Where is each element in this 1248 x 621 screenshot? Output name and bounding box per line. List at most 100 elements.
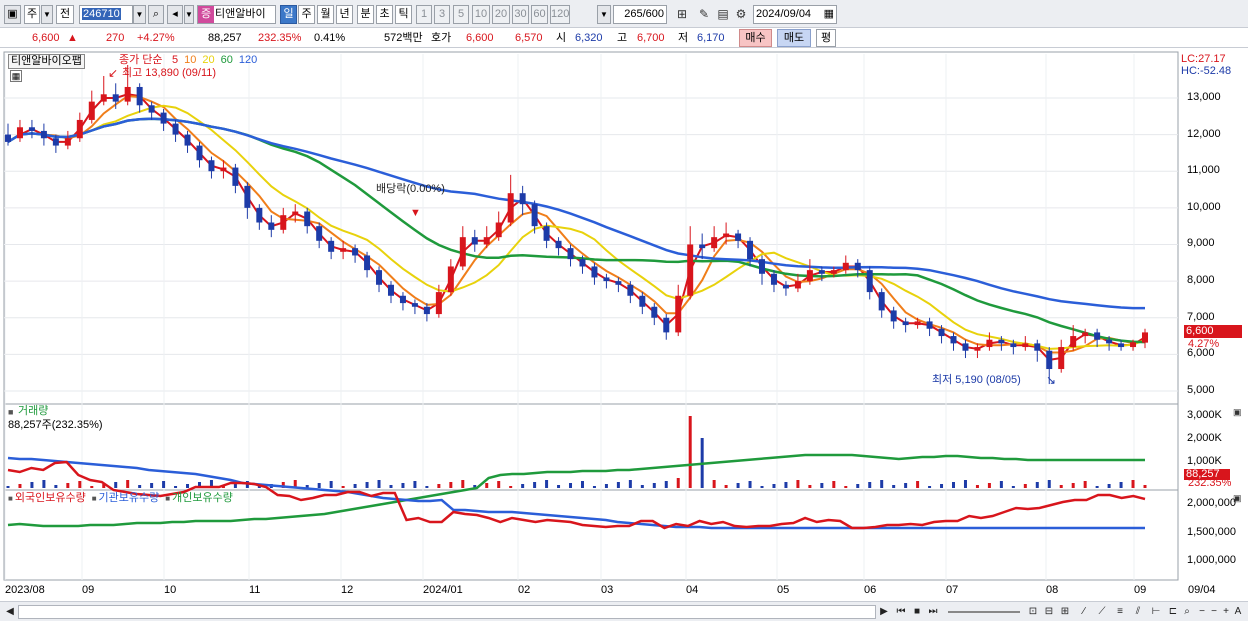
- volume-bar: [329, 481, 333, 488]
- tab-period-4[interactable]: 분: [357, 5, 374, 24]
- window-icon[interactable]: ⊟: [1042, 605, 1056, 619]
- interval-button-60[interactable]: 60: [531, 5, 548, 24]
- zoom-slider[interactable]: [948, 611, 1020, 613]
- candle-body: [830, 270, 837, 274]
- select-tool-icon[interactable]: ⊏: [1166, 605, 1180, 619]
- interval-dropdown-icon[interactable]: ▼: [597, 5, 611, 24]
- candle-body: [782, 284, 789, 289]
- candle-body: [5, 134, 11, 142]
- interval-button-5[interactable]: 5: [453, 5, 469, 24]
- layout-icon[interactable]: ⊡: [1026, 605, 1040, 619]
- tab-period-0[interactable]: 일: [280, 5, 297, 24]
- candle-body: [268, 222, 275, 230]
- tab-period-1[interactable]: 주: [298, 5, 315, 24]
- price-y-tick-1: 12,000: [1187, 127, 1221, 140]
- price-y-tick-4: 9,000: [1187, 237, 1215, 250]
- chart-area[interactable]: ↙ ↘ ▼ 티앤알바이오팹 종가 단순 5 10 20 60 120 ▦ 최고 13,8…: [0, 50, 1248, 601]
- zoom-in-icon[interactable]: +: [1220, 605, 1232, 619]
- code-dropdown-icon[interactable]: ▼: [133, 5, 146, 24]
- first-page-icon[interactable]: ⏮: [894, 605, 908, 619]
- prev-button[interactable]: 전: [56, 5, 74, 24]
- channel-tool-icon[interactable]: ⫽: [1130, 605, 1146, 619]
- volume-bar: [18, 484, 22, 488]
- candle-body: [495, 222, 502, 238]
- stock-name-field[interactable]: 증 티앤알바이: [197, 5, 276, 24]
- tab-period-5[interactable]: 초: [376, 5, 393, 24]
- data-count[interactable]: 265/600: [613, 5, 667, 24]
- speaker-dropdown-icon[interactable]: ▼: [184, 5, 194, 24]
- interval-button-20[interactable]: 20: [492, 5, 510, 24]
- interval-button-3[interactable]: 3: [434, 5, 450, 24]
- low-label: 저: [678, 32, 689, 44]
- search-icon[interactable]: ⌕: [148, 5, 164, 24]
- stock-panel-name[interactable]: 티앤알바이오팹: [8, 54, 85, 69]
- interval-button-1[interactable]: 1: [416, 5, 432, 24]
- average-button[interactable]: 평: [816, 29, 836, 47]
- volume-bar: [1011, 486, 1015, 488]
- panel-close-icon[interactable]: ▣: [1233, 406, 1242, 419]
- buy-button[interactable]: 매수: [739, 29, 772, 47]
- interval-button-30[interactable]: 30: [512, 5, 529, 24]
- draw-tool-icon[interactable]: ✎: [696, 6, 712, 22]
- tab-period-2[interactable]: 월: [317, 5, 334, 24]
- last-page-icon[interactable]: ⏭: [926, 605, 940, 619]
- tab-period-3[interactable]: 년: [336, 5, 353, 24]
- ruler-tool-icon[interactable]: ⊢: [1148, 605, 1164, 619]
- price-y-tick-2: 11,000: [1187, 164, 1220, 177]
- zoom-reset-icon[interactable]: −: [1208, 605, 1220, 619]
- window-menu-icon[interactable]: ▣: [4, 5, 21, 24]
- chevron-down-icon[interactable]: ▼: [41, 5, 53, 24]
- stop-icon[interactable]: ■: [910, 605, 924, 619]
- sell-button[interactable]: 매도: [777, 29, 811, 47]
- grid-toggle-icon[interactable]: ▦: [10, 70, 22, 82]
- x-axis-label-3: 11: [249, 584, 261, 596]
- chart-canvas[interactable]: ↙ ↘ ▼: [0, 50, 1248, 601]
- volume-bar: [461, 480, 465, 488]
- gear-icon[interactable]: ⚙: [733, 6, 749, 22]
- scroll-track[interactable]: [18, 605, 876, 619]
- volume-title: 거래량: [18, 405, 49, 417]
- tab-period-6[interactable]: 틱: [395, 5, 412, 24]
- candle-body: [579, 259, 586, 267]
- candle-body: [1142, 332, 1148, 343]
- tile-icon[interactable]: ⊞: [1058, 605, 1072, 619]
- stock-code-input[interactable]: 246710: [79, 5, 133, 24]
- trend-tool-icon[interactable]: ⟋: [1094, 605, 1110, 619]
- auto-scale-icon[interactable]: A: [1232, 605, 1244, 619]
- calendar-icon[interactable]: ▦: [824, 6, 834, 23]
- period-select[interactable]: 주: [24, 5, 40, 24]
- candle-body: [340, 248, 347, 252]
- candle-body: [483, 237, 490, 245]
- scroll-left-icon[interactable]: ◀: [4, 605, 16, 619]
- candle-body: [1046, 350, 1053, 370]
- line-tool-icon[interactable]: ∕: [1076, 605, 1092, 619]
- crosshair-icon[interactable]: ⊞: [674, 6, 690, 22]
- interval-button-120[interactable]: 120: [550, 5, 570, 24]
- current-price: 6,600: [32, 32, 60, 44]
- candle-body: [1106, 339, 1113, 344]
- volume-bar: [401, 483, 405, 488]
- volume-bar: [365, 482, 369, 488]
- volume-bar: [1131, 480, 1135, 488]
- candle-body: [52, 138, 59, 146]
- holdings-legend-0: 외국인보유수량: [14, 492, 86, 504]
- volume-bar: [832, 481, 836, 488]
- volume-bar: [604, 484, 608, 488]
- candle-body: [663, 317, 670, 333]
- fib-tool-icon[interactable]: ≡: [1112, 605, 1128, 619]
- scroll-right-icon[interactable]: ▶: [878, 605, 890, 619]
- zoom-search-icon[interactable]: ⌕: [1180, 605, 1194, 619]
- trade-amount: 572백만: [384, 32, 423, 44]
- x-axis-right-label: 09/04: [1188, 584, 1216, 596]
- interval-button-10[interactable]: 10: [472, 5, 490, 24]
- holdings-y-tick-2: 1,000,000: [1187, 554, 1236, 566]
- volume-bar: [952, 482, 956, 488]
- date-field[interactable]: 2024/09/04 ▦: [753, 5, 837, 24]
- speaker-icon[interactable]: ◂: [167, 5, 183, 24]
- save-icon[interactable]: ▤: [715, 6, 731, 22]
- candle-body: [1058, 347, 1065, 370]
- volume-bar: [1119, 482, 1123, 488]
- price-panel-frame: [3, 51, 1179, 405]
- zoom-out-icon[interactable]: −: [1196, 605, 1208, 619]
- volume-bar: [150, 483, 154, 488]
